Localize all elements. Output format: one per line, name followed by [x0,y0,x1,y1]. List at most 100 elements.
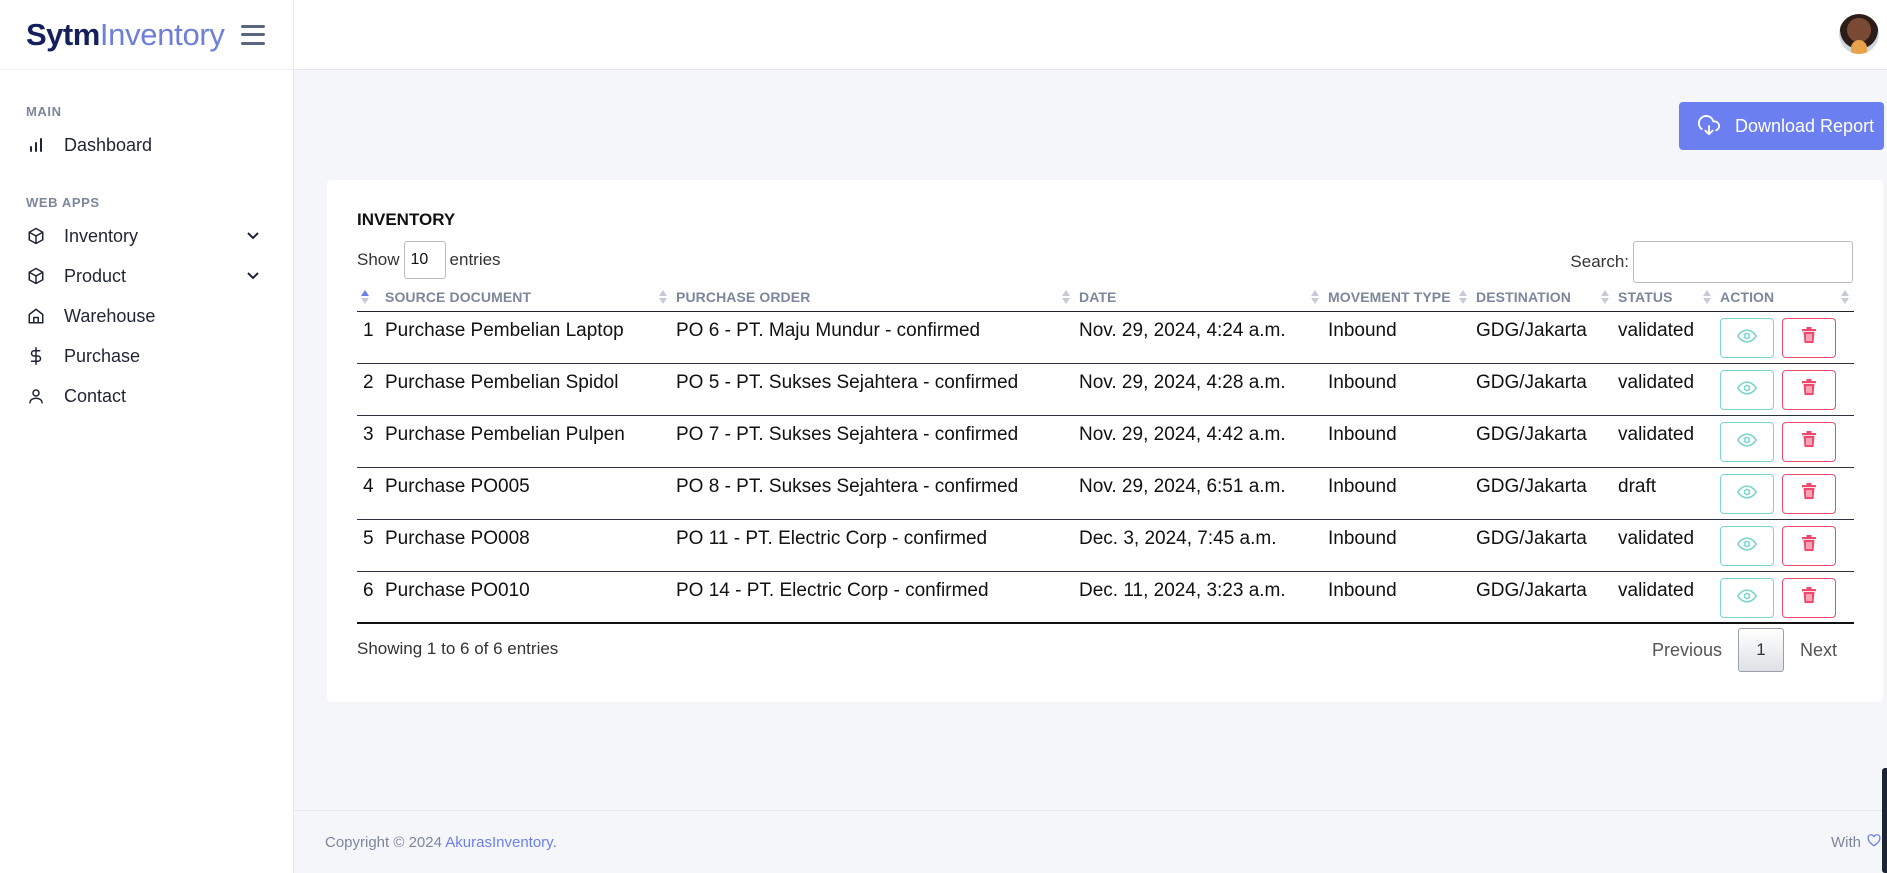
view-button[interactable] [1720,577,1774,618]
cell-purchase-order: PO 8 - PT. Sukses Sejahtera - confirmed [672,467,1075,520]
trash-icon [1802,378,1816,401]
nav-section-main: MAIN [26,104,62,119]
column-header-status[interactable]: STATUS [1614,284,1716,312]
page-button-current[interactable]: 1 [1737,628,1784,672]
brand-name-strong: Sytm [26,16,100,52]
cell-movement-type: Inbound [1324,363,1472,416]
view-button[interactable] [1720,317,1774,358]
chevron-down-icon [245,268,261,284]
menu-toggle-icon[interactable] [240,24,265,45]
cell-source-document: Purchase PO005 [381,467,672,520]
inventory-table: SOURCE DOCUMENT PURCHASE ORDER DATE MOVE… [357,284,1854,624]
view-button[interactable] [1720,473,1774,514]
delete-button[interactable] [1782,473,1836,514]
cell-purchase-order: PO 5 - PT. Sukses Sejahtera - confirmed [672,363,1075,416]
row-number: 5 [357,519,381,572]
column-header-purchase-order[interactable]: PURCHASE ORDER [672,284,1075,312]
cell-movement-type: Inbound [1324,571,1472,624]
card-title: INVENTORY [357,210,456,229]
eye-icon [1736,587,1758,609]
row-number: 2 [357,363,381,416]
cell-date: Nov. 29, 2024, 6:51 a.m. [1075,467,1324,520]
table-row: 5 Purchase PO008 PO 11 - PT. Electric Corp… [357,519,1854,572]
download-report-label: Download Report [1735,115,1875,136]
search-input[interactable] [1633,241,1853,283]
column-header-source-document[interactable]: SOURCE DOCUMENT [381,284,672,312]
row-number: 4 [357,467,381,520]
sidebar-item-label: Product [64,265,127,286]
delete-button[interactable] [1782,317,1836,358]
sort-icon [1459,290,1468,304]
sidebar-item-dashboard[interactable]: Dashboard [0,125,293,165]
view-button[interactable] [1720,421,1774,462]
dollar-icon [26,346,46,366]
trash-icon [1802,482,1816,505]
download-report-button[interactable]: Download Report [1679,102,1884,150]
column-header-index[interactable] [357,284,381,312]
sort-icon [1062,290,1071,304]
trash-icon [1802,586,1816,609]
cell-destination: GDG/Jakarta [1472,415,1614,468]
delete-button[interactable] [1782,369,1836,410]
cell-source-document: Purchase PO008 [381,519,672,572]
heart-icon [1867,834,1881,851]
cell-actions [1716,519,1854,572]
search-label: Search: [1570,252,1629,271]
sidebar-item-warehouse[interactable]: Warehouse [0,296,293,336]
cell-purchase-order: PO 14 - PT. Electric Corp - confirmed [672,571,1075,624]
avatar[interactable] [1839,14,1879,54]
cell-status: validated [1614,519,1716,572]
table-info: Showing 1 to 6 of 6 entries [357,639,559,658]
column-header-date[interactable]: DATE [1075,284,1324,312]
row-number: 3 [357,415,381,468]
column-header-movement-type[interactable]: MOVEMENT TYPE [1324,284,1472,312]
previous-page-button[interactable]: Previous [1636,640,1738,661]
sidebar-item-label: Purchase [64,345,141,366]
eye-icon [1736,327,1758,349]
scrollbar[interactable] [1882,768,1887,873]
sidebar-item-contact[interactable]: Contact [0,376,293,416]
footer-with: With [1831,834,1881,851]
sort-icon [1841,290,1850,304]
sidebar-item-product[interactable]: Product [0,256,293,296]
next-page-button[interactable]: Next [1784,640,1853,661]
cell-actions [1716,415,1854,468]
column-header-destination[interactable]: DESTINATION [1472,284,1614,312]
topbar [294,0,1887,70]
view-button[interactable] [1720,369,1774,410]
entries-label: entries [449,250,501,269]
cloud-download-icon [1697,115,1721,137]
table-row: 6 Purchase PO010 PO 14 - PT. Electric Corp… [357,571,1854,624]
trash-icon [1802,326,1816,349]
footer-link[interactable]: AkurasInventory. [445,834,556,851]
cell-movement-type: Inbound [1324,311,1472,364]
page-length-select[interactable]: 10 [403,241,446,279]
cell-purchase-order: PO 11 - PT. Electric Corp - confirmed [672,519,1075,572]
delete-button[interactable] [1782,577,1836,618]
column-header-action[interactable]: ACTION [1716,284,1854,312]
cell-date: Dec. 11, 2024, 3:23 a.m. [1075,571,1324,624]
cell-actions [1716,571,1854,624]
cell-destination: GDG/Jakarta [1472,311,1614,364]
cell-purchase-order: PO 7 - PT. Sukses Sejahtera - confirmed [672,415,1075,468]
show-label: Show [357,250,400,269]
delete-button[interactable] [1782,421,1836,462]
sidebar-item-label: Contact [64,385,127,406]
sidebar-item-purchase[interactable]: Purchase [0,336,293,376]
cell-actions [1716,363,1854,416]
sort-icon [1601,290,1610,304]
nav-section-web-apps: WEB APPS [26,195,100,210]
sidebar-item-inventory[interactable]: Inventory [0,216,293,256]
box-icon [26,266,46,286]
eye-icon [1736,379,1758,401]
cell-source-document: Purchase PO010 [381,571,672,624]
view-button[interactable] [1720,525,1774,566]
row-number: 1 [357,311,381,364]
row-number: 6 [357,571,381,624]
sidebar-item-label: Dashboard [64,134,153,155]
sort-icon [361,290,370,304]
pagination: Previous 1 Next [1636,628,1853,672]
cell-date: Nov. 29, 2024, 4:42 a.m. [1075,415,1324,468]
delete-button[interactable] [1782,525,1836,566]
eye-icon [1736,431,1758,453]
